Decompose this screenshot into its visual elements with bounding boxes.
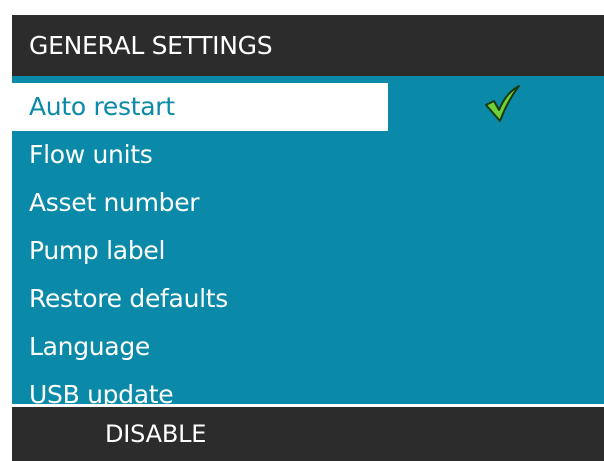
menu-item-flow-units[interactable]: Flow units xyxy=(12,131,153,179)
menu-item-restore-defaults[interactable]: Restore defaults xyxy=(12,275,228,323)
menu-item-label: Asset number xyxy=(29,188,200,217)
page-title: GENERAL SETTINGS xyxy=(12,15,604,76)
menu-item-language[interactable]: Language xyxy=(12,323,150,371)
menu-item-pump-label[interactable]: Pump label xyxy=(12,227,165,275)
menu-item-label: Restore defaults xyxy=(29,284,228,313)
disable-softkey[interactable]: DISABLE xyxy=(105,407,206,461)
menu-item-label: Flow units xyxy=(29,140,153,169)
menu-item-usb-update[interactable]: USB update xyxy=(12,371,174,404)
menu-item-asset-number[interactable]: Asset number xyxy=(12,179,200,227)
checkmark-icon xyxy=(485,85,520,122)
softkey-bar: DISABLE xyxy=(12,407,604,461)
pump-display-screen: GENERAL SETTINGS Auto restart Flow units… xyxy=(12,15,604,461)
menu-item-label: Language xyxy=(29,332,150,361)
menu-item-label: Pump label xyxy=(29,236,166,265)
menu-item-auto-restart[interactable]: Auto restart xyxy=(12,83,388,131)
menu-item-label: Auto restart xyxy=(29,92,175,121)
settings-menu: Auto restart Flow units Asset number Pum… xyxy=(12,76,604,404)
menu-item-label: USB update xyxy=(29,380,174,404)
